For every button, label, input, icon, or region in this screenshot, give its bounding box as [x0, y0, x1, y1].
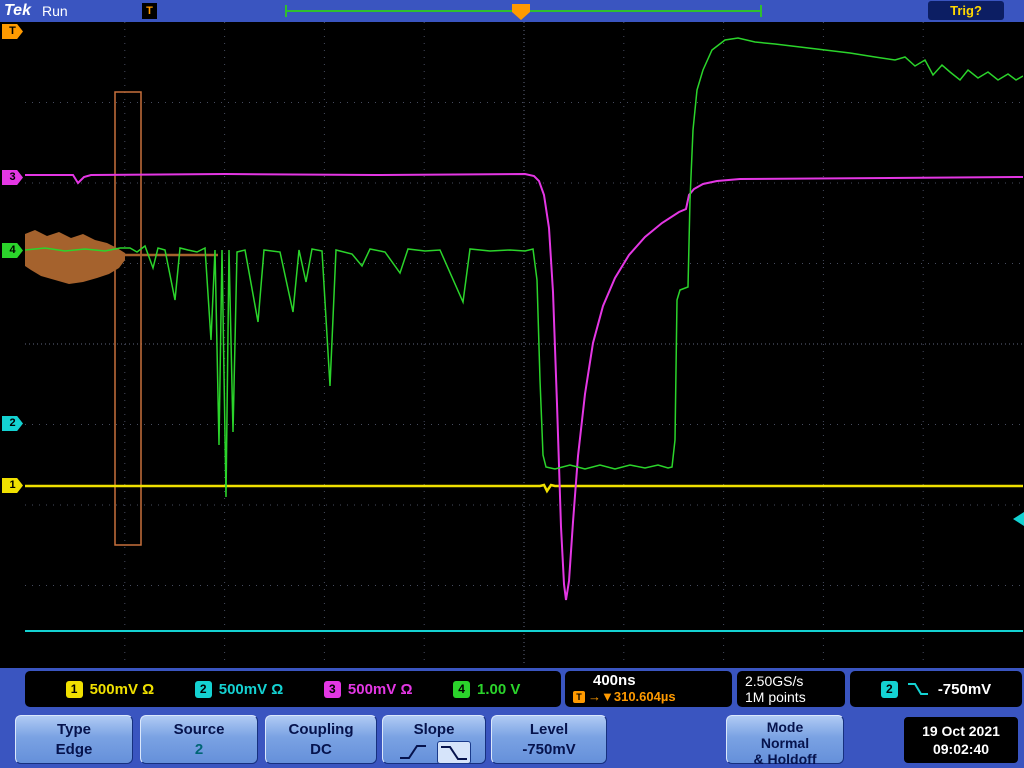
slope-button[interactable]: Slope — [382, 715, 486, 765]
graticule — [25, 22, 1023, 666]
timebase-scale: 400ns — [593, 672, 636, 689]
datetime-display: 19 Oct 2021 09:02:40 — [904, 717, 1018, 763]
coupling-label: Coupling — [288, 721, 354, 738]
level-value: -750mV — [522, 741, 576, 759]
ch4-scale: 1.00 V — [477, 680, 521, 698]
trigger-position-icon[interactable] — [512, 4, 530, 20]
ch2-badge: 2 — [194, 680, 212, 698]
record-trigger-indicator: T — [142, 3, 157, 19]
timebase-delay: →▼310.604µs — [588, 689, 676, 704]
acquisition-status: Run — [42, 3, 68, 19]
type-value: Edge — [55, 741, 93, 759]
ch2-scale: 500mV — [218, 680, 268, 698]
ch4-readout: 4 1.00 V — [453, 680, 521, 698]
time-value: 09:02:40 — [932, 741, 990, 757]
mode-label: Mode — [766, 719, 804, 735]
trigger-source-marker[interactable]: T — [2, 24, 23, 39]
level-button[interactable]: Level -750mV — [491, 715, 607, 764]
falling-slope-icon — [907, 683, 928, 695]
type-button[interactable]: Type Edge — [15, 715, 133, 764]
ch3-readout: 3 500mV Ω — [323, 680, 413, 698]
trigger-readout: 2 -750mV — [850, 671, 1022, 707]
zoom-region-box — [114, 91, 142, 546]
oscilloscope-ui: Tek Run T Trig? T 3 4 2 1 1 500mV Ω 2 50… — [0, 0, 1024, 768]
ch4-position-marker[interactable]: 4 — [2, 243, 23, 258]
record-length: 1M points — [745, 689, 806, 705]
top-status-bar: Tek Run T Trig? — [0, 0, 1024, 22]
source-label: Source — [173, 721, 225, 738]
ch1-readout: 1 500mV Ω — [65, 680, 155, 698]
acquisition-readout: 2.50GS/s 1M points — [737, 671, 845, 707]
trigger-menu-bar: Type Edge Source 2 Coupling DC Slope Lev… — [0, 710, 1024, 768]
ch4-badge: 4 — [453, 680, 471, 698]
trigger-status-badge: Trig? — [928, 1, 1004, 20]
coupling-value: DC — [310, 741, 332, 759]
readout-strip: 1 500mV Ω 2 500mV Ω 3 500mV Ω 4 1.00 V 4… — [0, 668, 1024, 710]
ch1-badge: 1 — [65, 680, 83, 698]
coupling-button[interactable]: Coupling DC — [265, 715, 377, 764]
waveform-display: T 3 4 2 1 — [0, 22, 1024, 668]
rising-edge-icon — [397, 741, 429, 762]
channel-readouts: 1 500mV Ω 2 500mV Ω 3 500mV Ω 4 1.00 V — [25, 671, 561, 707]
grid-lines — [25, 22, 1023, 666]
mode-value-line2: & Holdoff — [753, 751, 817, 768]
ch3-position-marker[interactable]: 3 — [2, 170, 23, 185]
delay-trigger-icon: T — [573, 690, 585, 703]
tek-logo: Tek — [4, 2, 31, 19]
ch2-position-marker[interactable]: 2 — [2, 416, 23, 431]
type-label: Type — [57, 721, 91, 738]
mode-value-line1: Normal — [760, 735, 810, 752]
ch3-scale: 500mV — [347, 680, 397, 698]
ch1-impedance: Ω — [142, 680, 155, 698]
source-button[interactable]: Source 2 — [140, 715, 258, 764]
timebase-readout: 400ns T →▼310.604µs — [565, 671, 732, 707]
source-value: 2 — [194, 741, 204, 759]
mode-button[interactable]: Mode Normal & Holdoff — [726, 715, 844, 768]
ch3-badge: 3 — [323, 680, 341, 698]
sample-rate: 2.50GS/s — [745, 673, 804, 689]
ch1-position-marker[interactable]: 1 — [2, 478, 23, 493]
ch1-scale: 500mV — [89, 680, 138, 698]
trigger-source-badge: 2 — [880, 680, 898, 698]
level-label: Level — [529, 721, 569, 738]
date-value: 19 Oct 2021 — [922, 722, 1000, 739]
ch2-readout: 2 500mV Ω — [194, 680, 284, 698]
slope-label: Slope — [413, 721, 455, 738]
trigger-level-value: -750mV — [937, 680, 992, 698]
ch3-impedance: Ω — [400, 680, 413, 698]
ch2-impedance: Ω — [271, 680, 284, 698]
falling-edge-icon — [437, 741, 471, 765]
ref-waveform-blob — [25, 230, 125, 284]
